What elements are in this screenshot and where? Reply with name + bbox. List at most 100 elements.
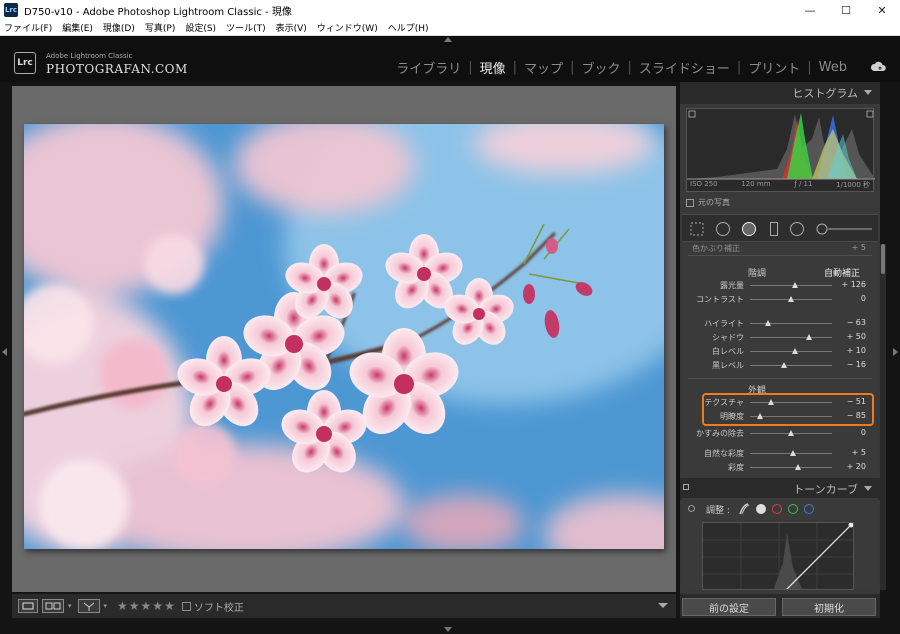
radial-filter-icon[interactable] — [790, 222, 804, 236]
targeted-adjustment-icon[interactable] — [688, 505, 695, 512]
menu-bar: ファイル(F) 編集(E) 現像(D) 写真(P) 設定(S) ツール(T) 表… — [0, 20, 900, 36]
slider-track[interactable] — [750, 467, 832, 468]
slider-track[interactable] — [750, 351, 832, 352]
slider-thumb[interactable] — [789, 450, 796, 456]
minimize-button[interactable]: — — [792, 0, 828, 20]
slider-track[interactable] — [750, 365, 832, 366]
slider-thumb[interactable] — [781, 362, 788, 368]
blue-channel-icon[interactable] — [804, 504, 814, 514]
lightroom-app-icon: Lrc — [4, 3, 18, 17]
collapse-left-panel-icon[interactable] — [2, 348, 7, 356]
tone-curve-collapse-icon[interactable] — [864, 486, 872, 491]
before-after-dropdown-icon[interactable]: ▾ — [68, 602, 72, 610]
menu-file[interactable]: ファイル(F) — [4, 21, 52, 34]
right-panel-scrollbar[interactable] — [880, 244, 886, 590]
toolbar-options-dropdown-icon[interactable] — [658, 603, 668, 608]
auto-tone-button[interactable]: 自動補正 — [824, 266, 860, 279]
slider-label: 白レベル — [712, 347, 744, 356]
module-map[interactable]: マップ — [517, 58, 570, 77]
module-develop[interactable]: 現像 — [473, 58, 513, 77]
grid-overlay-button[interactable] — [77, 599, 100, 613]
slider-value[interactable]: + 5 — [840, 448, 866, 457]
graduated-filter-icon[interactable] — [770, 222, 778, 236]
menu-develop[interactable]: 現像(D) — [103, 21, 135, 34]
overlay-dropdown-icon[interactable]: ▾ — [104, 602, 108, 610]
menu-window[interactable]: ウィンドウ(W) — [317, 21, 378, 34]
crop-tool-icon[interactable] — [690, 222, 704, 236]
menu-settings[interactable]: 設定(S) — [185, 21, 216, 34]
slider-value[interactable]: + 126 — [840, 280, 866, 289]
toolbar: ▾ ▾ ★★★★★ ソフト校正 — [12, 594, 676, 618]
slider-thumb[interactable] — [788, 296, 794, 302]
aperture: ƒ / 11 — [794, 180, 813, 188]
parametric-curve-icon[interactable] — [738, 503, 750, 515]
cherry-blossom-photo[interactable] — [24, 124, 664, 549]
slider-value[interactable]: + 20 — [840, 462, 866, 471]
exif-info: ISO 250 120 mm ƒ / 11 1/1000 秒 — [686, 180, 874, 190]
module-slideshow[interactable]: スライドショー — [632, 58, 737, 77]
crop-overlay-icon — [83, 602, 94, 611]
loupe-view-button[interactable] — [18, 599, 38, 613]
before-after-button[interactable] — [42, 599, 64, 613]
red-channel-icon[interactable] — [772, 504, 782, 514]
slider-thumb[interactable] — [794, 464, 801, 470]
menu-view[interactable]: 表示(V) — [276, 21, 307, 34]
slider-track[interactable] — [750, 285, 832, 286]
module-book[interactable]: ブック — [574, 58, 627, 77]
rgb-channel-icon[interactable] — [756, 504, 766, 514]
slider-value[interactable]: 0 — [840, 428, 866, 437]
slider-thumb[interactable] — [765, 320, 772, 326]
slider-label: 自然な彩度 — [704, 449, 744, 458]
slider-label: シャドウ — [712, 333, 744, 342]
rating-stars[interactable]: ★★★★★ — [117, 599, 176, 613]
loupe-view-icon — [22, 602, 34, 610]
slider-thumb[interactable] — [806, 334, 813, 340]
green-channel-icon[interactable] — [788, 504, 798, 514]
original-photo-checkbox[interactable] — [686, 198, 694, 207]
temp-label: 色かぶり補正 — [692, 244, 740, 253]
tone-curve-graph[interactable] — [702, 522, 854, 590]
soft-proof-checkbox[interactable] — [181, 601, 191, 611]
slider-value[interactable]: − 63 — [840, 318, 866, 327]
slider-value[interactable]: 0 — [840, 294, 866, 303]
histogram-collapse-icon[interactable] — [864, 90, 872, 95]
collapse-filmstrip-icon[interactable] — [444, 627, 452, 632]
adjustment-brush-icon[interactable] — [816, 222, 874, 236]
collapse-right-panel-icon[interactable] — [893, 348, 898, 356]
slider-label: コントラスト — [696, 295, 744, 304]
module-library[interactable]: ライブラリ — [389, 58, 468, 77]
module-print[interactable]: プリント — [741, 58, 807, 77]
menu-photo[interactable]: 写真(P) — [145, 21, 175, 34]
tone-section-title: 階調 — [748, 269, 767, 279]
tone-curve-header[interactable]: トーンカーブ — [680, 478, 880, 500]
menu-edit[interactable]: 編集(E) — [62, 21, 93, 34]
scrollbar-thumb[interactable] — [881, 244, 885, 274]
slider-thumb[interactable] — [792, 348, 799, 354]
red-eye-tool-icon[interactable] — [742, 222, 756, 236]
shadow-clipping-icon — [688, 110, 696, 118]
slider-thumb[interactable] — [792, 282, 799, 288]
reset-button[interactable]: 初期化 — [782, 598, 876, 616]
slider-value[interactable]: + 50 — [840, 332, 866, 341]
slider-label: かすみの除去 — [696, 429, 744, 438]
slider-track[interactable] — [750, 323, 832, 324]
slider-thumb[interactable] — [788, 430, 794, 436]
lrc-logo: Lrc — [14, 52, 36, 74]
close-button[interactable]: ✕ — [864, 0, 900, 20]
spot-removal-tool-icon[interactable] — [716, 222, 730, 236]
slider-value[interactable]: − 16 — [840, 360, 866, 369]
cloud-sync-icon[interactable] — [870, 60, 886, 72]
maximize-button[interactable]: ☐ — [828, 0, 864, 20]
slider-track[interactable] — [750, 337, 832, 338]
highlight-clipping-icon — [866, 110, 874, 118]
slider-value[interactable]: + 10 — [840, 346, 866, 355]
tone-curve-enable-switch[interactable] — [683, 484, 689, 490]
menu-tools[interactable]: ツール(T) — [226, 21, 266, 34]
previous-settings-button[interactable]: 前の設定 — [682, 598, 776, 616]
original-photo-toggle[interactable]: 元の写真 — [686, 197, 730, 208]
histogram-title: ヒストグラム — [792, 87, 858, 100]
collapse-top-panel-icon[interactable] — [444, 37, 452, 42]
module-web[interactable]: Web — [812, 60, 854, 75]
menu-help[interactable]: ヘルプ(H) — [388, 21, 429, 34]
histogram-header[interactable]: ヒストグラム — [680, 82, 880, 104]
